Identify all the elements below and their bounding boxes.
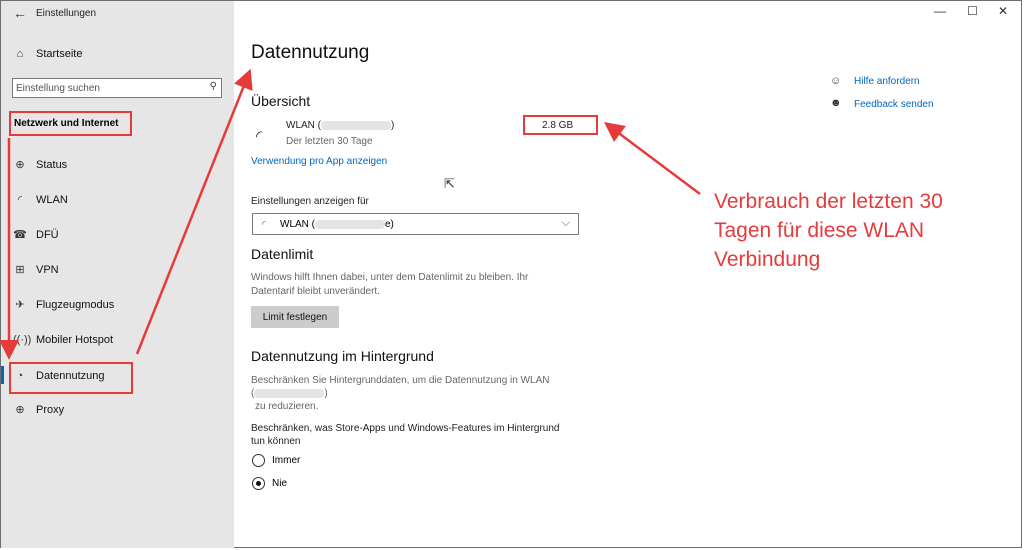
annotation-line: Verbindung: [714, 248, 821, 271]
annotation-line: Verbrauch der letzten 30: [714, 190, 943, 213]
annotation-text: Verbrauch der letzten 30 Tagen für diese…: [714, 187, 1004, 274]
annotation-arrows: [0, 68, 701, 360]
arrow-item-to-title: [135, 68, 253, 355]
arrow-text-to-usage: [604, 122, 701, 195]
annotation-line: Tagen für diese WLAN: [714, 219, 925, 242]
